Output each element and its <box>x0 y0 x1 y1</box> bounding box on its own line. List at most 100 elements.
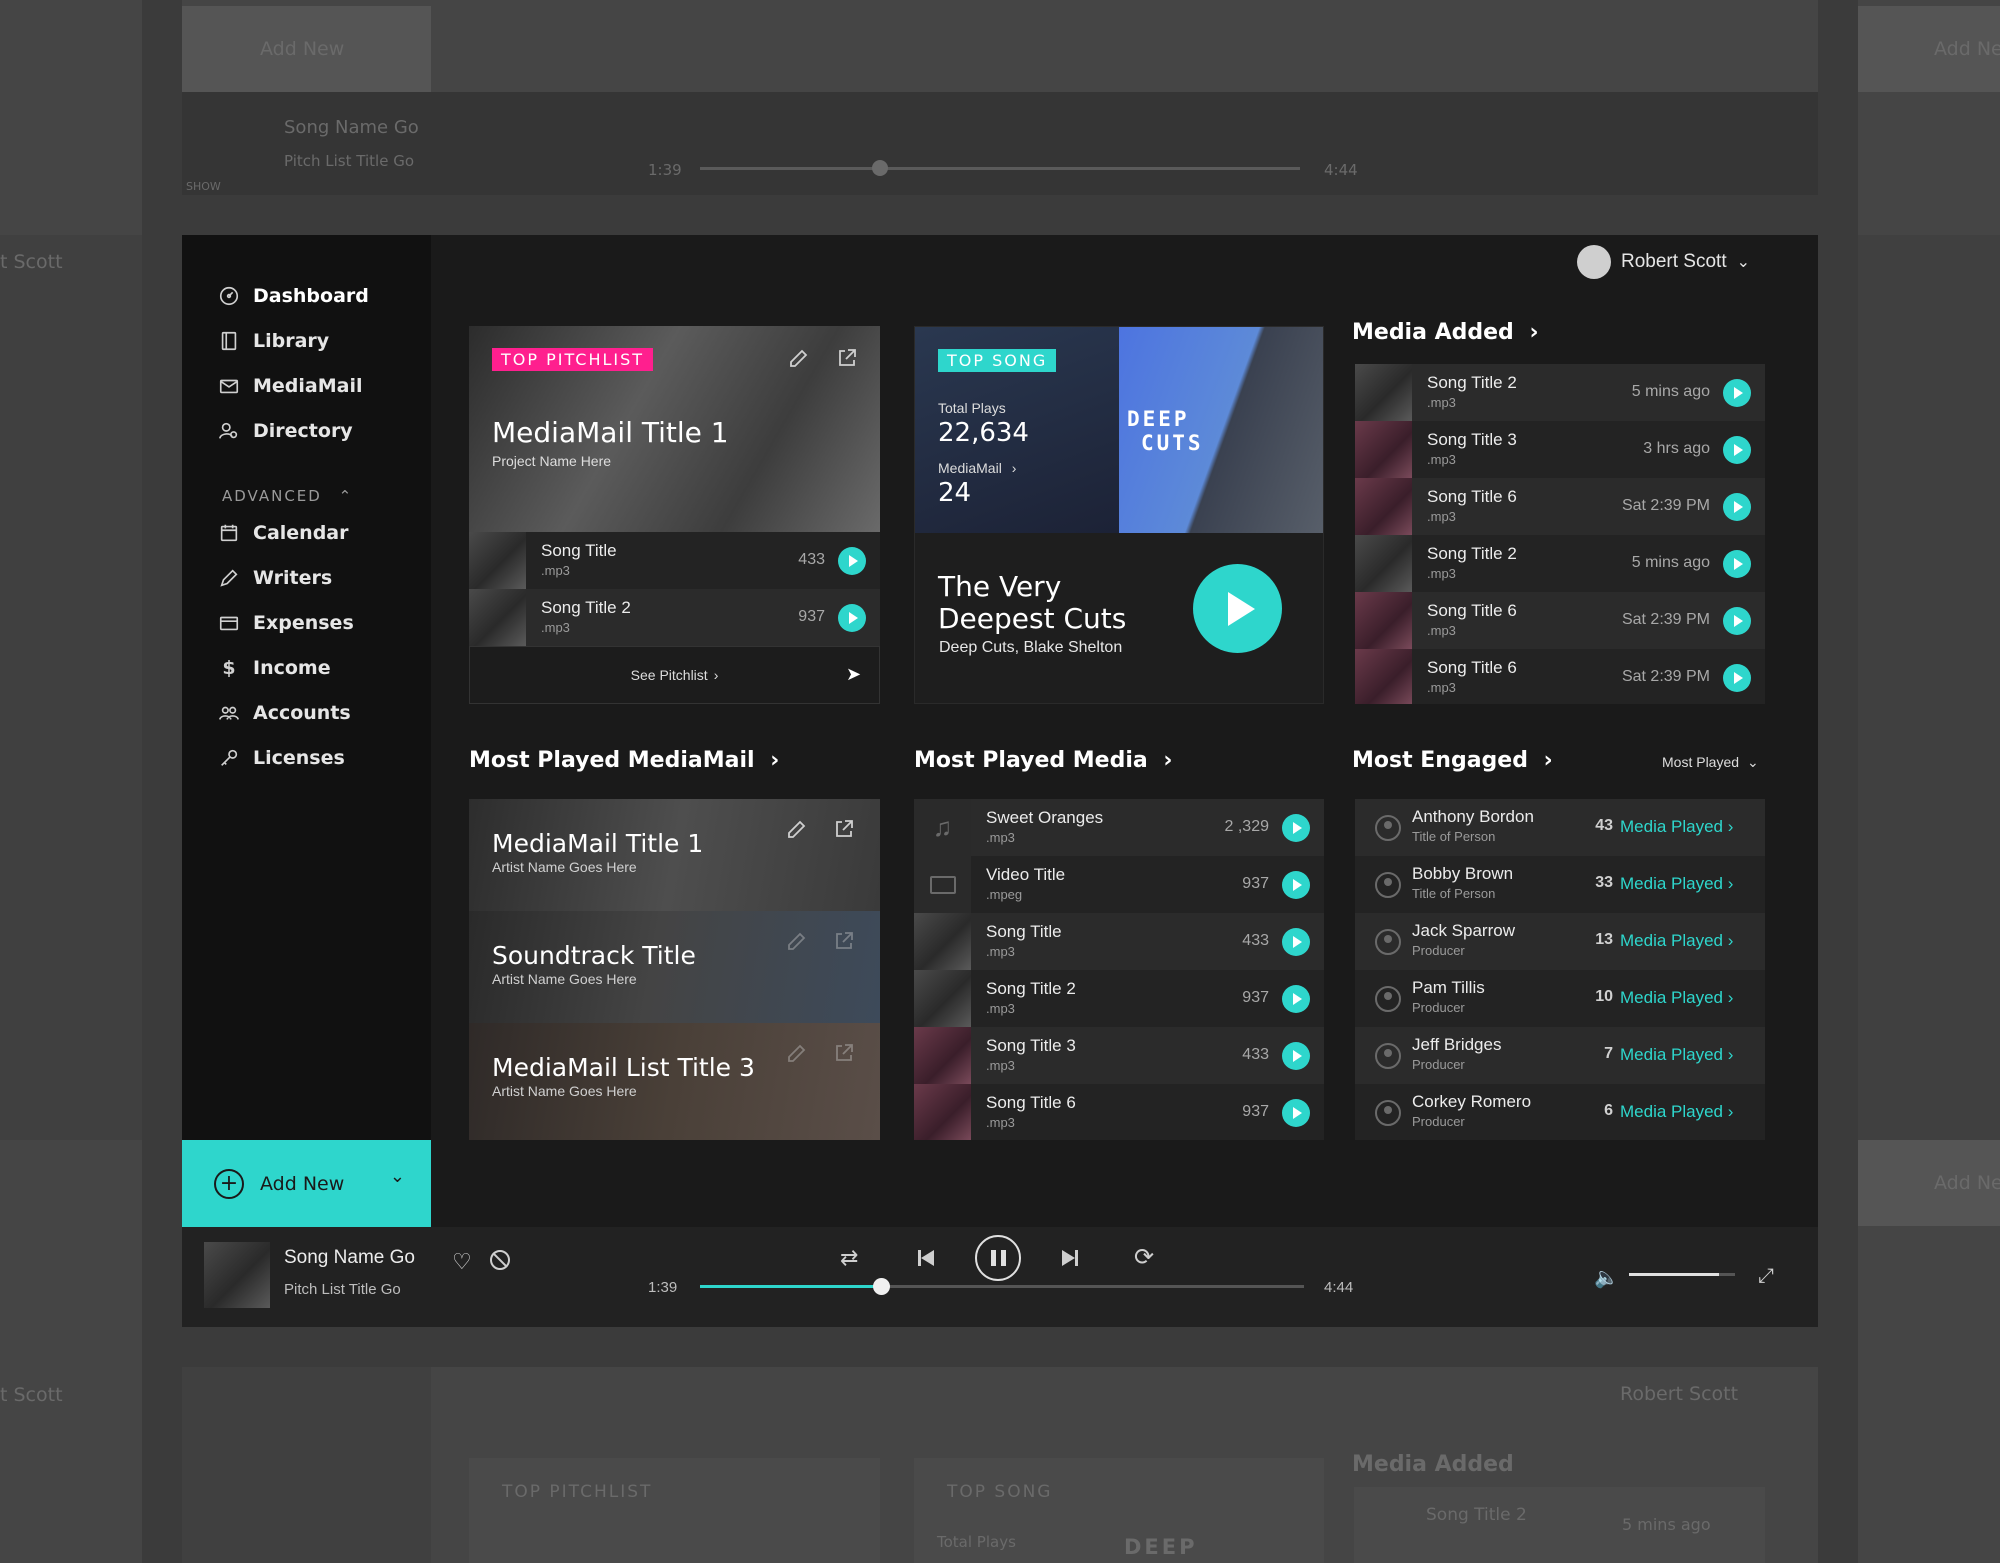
list-item[interactable]: Song Title 3 .mp3 433 <box>914 1027 1324 1084</box>
album-art <box>469 589 526 646</box>
play-button[interactable] <box>1723 607 1751 635</box>
list-item[interactable]: Song Title 6 .mp3 Sat 2:39 PM <box>1355 478 1765 535</box>
play-button[interactable] <box>838 604 866 632</box>
song-artist: Deep Cuts, Blake Shelton <box>939 639 1123 656</box>
media-played-link[interactable]: Media Played › <box>1620 1045 1733 1065</box>
play-button[interactable] <box>1282 928 1310 956</box>
most-played-mediamail-list: MediaMail Title 1 Artist Name Goes Here … <box>469 799 880 1140</box>
block-icon[interactable] <box>490 1250 510 1270</box>
heart-icon[interactable]: ♡ <box>452 1249 472 1275</box>
elapsed-time: 1:39 <box>648 1279 678 1296</box>
progress-track[interactable] <box>700 1278 1304 1295</box>
sidebar-item-directory[interactable]: Directory <box>218 416 353 446</box>
play-button[interactable] <box>1282 985 1310 1013</box>
play-button[interactable] <box>1723 436 1751 464</box>
media-played-link[interactable]: Media Played › <box>1620 988 1733 1008</box>
mediamail-item[interactable]: MediaMail List Title 3 Artist Name Goes … <box>469 1023 880 1140</box>
sidebar-item-calendar[interactable]: Calendar <box>218 518 348 548</box>
most-played-media-header[interactable]: Most Played Media › <box>914 748 1172 773</box>
media-played-link[interactable]: Media Played › <box>1620 874 1733 894</box>
play-button[interactable] <box>1282 814 1310 842</box>
list-item[interactable]: Song Title 3 .mp3 3 hrs ago <box>1355 421 1765 478</box>
plus-circle-icon: + <box>214 1168 244 1199</box>
play-button[interactable] <box>838 547 866 575</box>
sidebar-item-accounts[interactable]: Accounts <box>218 698 351 728</box>
list-item[interactable]: Video Title .mpeg 937 <box>914 856 1324 913</box>
table-row[interactable]: Jack Sparrow Producer 13 Media Played › <box>1355 913 1765 970</box>
user-menu[interactable]: Robert Scott ⌄ <box>1577 245 1750 279</box>
sidebar-item-dashboard[interactable]: Dashboard <box>218 281 369 311</box>
sidebar-item-licenses[interactable]: Licenses <box>218 743 345 773</box>
pitchlist-title: MediaMail Title 1 <box>492 416 729 449</box>
sidebar-item-mediamail[interactable]: MediaMail <box>218 371 362 401</box>
progress-handle[interactable] <box>873 1278 891 1295</box>
volume-icon[interactable]: 🔈 <box>1594 1265 1619 1290</box>
sidebar-item-expenses[interactable]: Expenses <box>218 608 354 638</box>
list-item[interactable]: ♫ Sweet Oranges .mp3 2 ,329 <box>914 799 1324 856</box>
media-played-link[interactable]: Media Played › <box>1620 1102 1733 1122</box>
list-item[interactable]: Song Title .mp3 433 <box>914 913 1324 970</box>
media-added-header[interactable]: Media Added › <box>1352 320 1539 345</box>
media-format: .mp3 <box>986 944 1015 959</box>
edit-icon[interactable] <box>785 817 809 841</box>
person-name: Corkey Romero <box>1412 1092 1532 1111</box>
external-link-icon[interactable] <box>832 817 856 841</box>
external-link-icon[interactable] <box>835 346 859 370</box>
play-button[interactable] <box>1723 379 1751 407</box>
song-format: .mp3 <box>1427 566 1456 581</box>
edit-icon[interactable] <box>787 346 811 370</box>
repeat-icon[interactable]: ⟳ <box>1134 1243 1154 1272</box>
list-item[interactable]: Song Title 6 .mp3 937 <box>914 1084 1324 1140</box>
sidebar-item-income[interactable]: $ Income <box>218 653 330 683</box>
list-item[interactable]: Song Title 2 .mp3 5 mins ago <box>1355 364 1765 421</box>
play-button[interactable] <box>1723 550 1751 578</box>
edit-icon[interactable] <box>785 1041 809 1065</box>
pitchlist-hero[interactable]: TOP PITCHLIST MediaMail Title 1 Project … <box>469 326 880 532</box>
play-button[interactable] <box>1282 1099 1310 1127</box>
table-row[interactable]: Corkey Romero Producer 6 Media Played › <box>1355 1084 1765 1140</box>
media-title: Song Title 2 <box>986 979 1076 998</box>
previous-icon[interactable] <box>918 1250 934 1266</box>
see-pitchlist-link[interactable]: See Pitchlist › <box>469 646 880 704</box>
list-item[interactable]: Song Title 2 .mp3 937 <box>914 970 1324 1027</box>
table-row[interactable]: Bobby Brown Title of Person 33 Media Played… <box>1355 856 1765 913</box>
mediamail-item[interactable]: MediaMail Title 1 Artist Name Goes Here <box>469 799 880 911</box>
list-item[interactable]: Song Title .mp3 433 <box>469 532 880 589</box>
sidebar-item-writers[interactable]: Writers <box>218 563 332 593</box>
album-art <box>1355 649 1412 704</box>
most-played-mediamail-header[interactable]: Most Played MediaMail › <box>469 748 779 773</box>
person-icon <box>1375 1100 1401 1126</box>
list-item[interactable]: Song Title 6 .mp3 Sat 2:39 PM <box>1355 592 1765 649</box>
pause-button[interactable] <box>975 1235 1021 1281</box>
play-button[interactable] <box>1723 493 1751 521</box>
table-row[interactable]: Pam Tillis Producer 10 Media Played › <box>1355 970 1765 1027</box>
table-row[interactable]: Jeff Bridges Producer 7 Media Played › <box>1355 1027 1765 1084</box>
advanced-section-toggle[interactable]: ADVANCED ⌃ <box>222 487 353 505</box>
edit-icon[interactable] <box>785 929 809 953</box>
fullscreen-icon[interactable]: ⤢ <box>1758 1265 1774 1288</box>
mediamail-item[interactable]: Soundtrack Title Artist Name Goes Here <box>469 911 880 1023</box>
most-played-media-title: Most Played Media <box>914 748 1148 773</box>
play-button[interactable] <box>1723 664 1751 692</box>
sidebar-item-library[interactable]: Library <box>218 326 329 356</box>
media-played-link[interactable]: Media Played › <box>1620 817 1733 837</box>
add-new-label: Add New <box>260 1172 345 1195</box>
mediamail-link[interactable]: MediaMail › <box>938 460 1016 476</box>
list-item[interactable]: Song Title 2 .mp3 937 <box>469 589 880 646</box>
external-link-icon[interactable] <box>832 1041 856 1065</box>
most-engaged-header[interactable]: Most Engaged › <box>1352 748 1553 773</box>
external-link-icon[interactable] <box>832 929 856 953</box>
list-item[interactable]: Song Title 2 .mp3 5 mins ago <box>1355 535 1765 592</box>
play-button[interactable] <box>1282 1042 1310 1070</box>
play-button[interactable] <box>1282 871 1310 899</box>
shuffle-icon[interactable]: ⇄ <box>840 1245 858 1271</box>
big-play-button[interactable] <box>1193 564 1282 653</box>
most-engaged-filter[interactable]: Most Played ⌄ <box>1662 754 1759 771</box>
next-icon[interactable] <box>1062 1250 1078 1266</box>
add-new-button[interactable]: + Add New ⌄ <box>182 1140 431 1227</box>
table-row[interactable]: Anthony Bordon Title of Person 43 Media Pla… <box>1355 799 1765 856</box>
now-playing-art <box>204 1242 270 1308</box>
media-played-link[interactable]: Media Played › <box>1620 931 1733 951</box>
list-item[interactable]: Song Title 6 .mp3 Sat 2:39 PM <box>1355 649 1765 704</box>
volume-track[interactable] <box>1629 1273 1735 1276</box>
